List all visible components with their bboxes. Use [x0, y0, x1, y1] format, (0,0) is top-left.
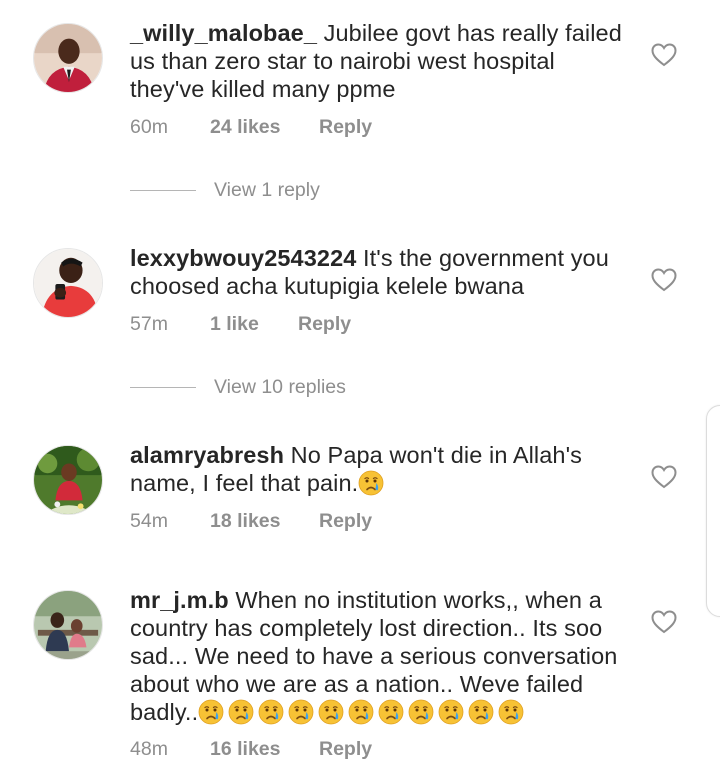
view-replies-label: View 10 replies: [214, 376, 346, 398]
comment-username[interactable]: _willy_malobae_: [130, 20, 317, 46]
crying-face-emoji: [468, 699, 494, 725]
crying-face-emoji: [348, 699, 374, 725]
crying-face-emoji: [438, 699, 464, 725]
comment-time: 60m: [130, 116, 168, 138]
comment-time: 48m: [130, 738, 168, 760]
crying-face-emoji: [198, 699, 224, 725]
reply-button[interactable]: Reply: [319, 738, 372, 761]
heart-outline-icon[interactable]: [651, 43, 677, 67]
avatar[interactable]: [33, 445, 103, 515]
comment-text: alamryabresh No Papa won't die in Allah'…: [130, 441, 630, 497]
avatar[interactable]: [33, 248, 103, 318]
crying-face-emoji: [498, 699, 524, 725]
reply-button[interactable]: Reply: [298, 313, 351, 336]
comment-username[interactable]: mr_j.m.b: [130, 587, 229, 613]
comment-username[interactable]: alamryabresh: [130, 442, 284, 468]
comment-time: 54m: [130, 510, 168, 532]
divider-line: [130, 190, 196, 191]
reply-button[interactable]: Reply: [319, 510, 372, 533]
likes-count[interactable]: 18 likes: [210, 510, 280, 533]
crying-face-emoji: [408, 699, 434, 725]
avatar[interactable]: [33, 590, 103, 660]
heart-outline-icon[interactable]: [651, 465, 677, 489]
avatar[interactable]: [33, 23, 103, 93]
crying-face-emoji: [318, 699, 344, 725]
heart-outline-icon[interactable]: [651, 268, 677, 292]
crying-face-emoji: [228, 699, 254, 725]
comment-text: mr_j.m.b When no institution works,, whe…: [130, 586, 630, 726]
side-drawer-handle[interactable]: [706, 405, 720, 617]
likes-count[interactable]: 16 likes: [210, 738, 280, 761]
crying-face-emoji: [288, 699, 314, 725]
comment-text: lexxybwouy2543224 It's the government yo…: [130, 244, 630, 300]
comment-text: _willy_malobae_ Jubilee govt has really …: [130, 19, 630, 103]
view-replies-label: View 1 reply: [214, 179, 320, 201]
crying-face-emoji: [378, 699, 404, 725]
comment-username[interactable]: lexxybwouy2543224: [130, 245, 356, 271]
likes-count[interactable]: 1 like: [210, 313, 259, 336]
crying-face-emoji: [358, 470, 384, 496]
heart-outline-icon[interactable]: [651, 610, 677, 634]
divider-line: [130, 387, 196, 388]
comment-time: 57m: [130, 313, 168, 335]
reply-button[interactable]: Reply: [319, 116, 372, 139]
likes-count[interactable]: 24 likes: [210, 116, 280, 139]
crying-face-emoji: [258, 699, 284, 725]
